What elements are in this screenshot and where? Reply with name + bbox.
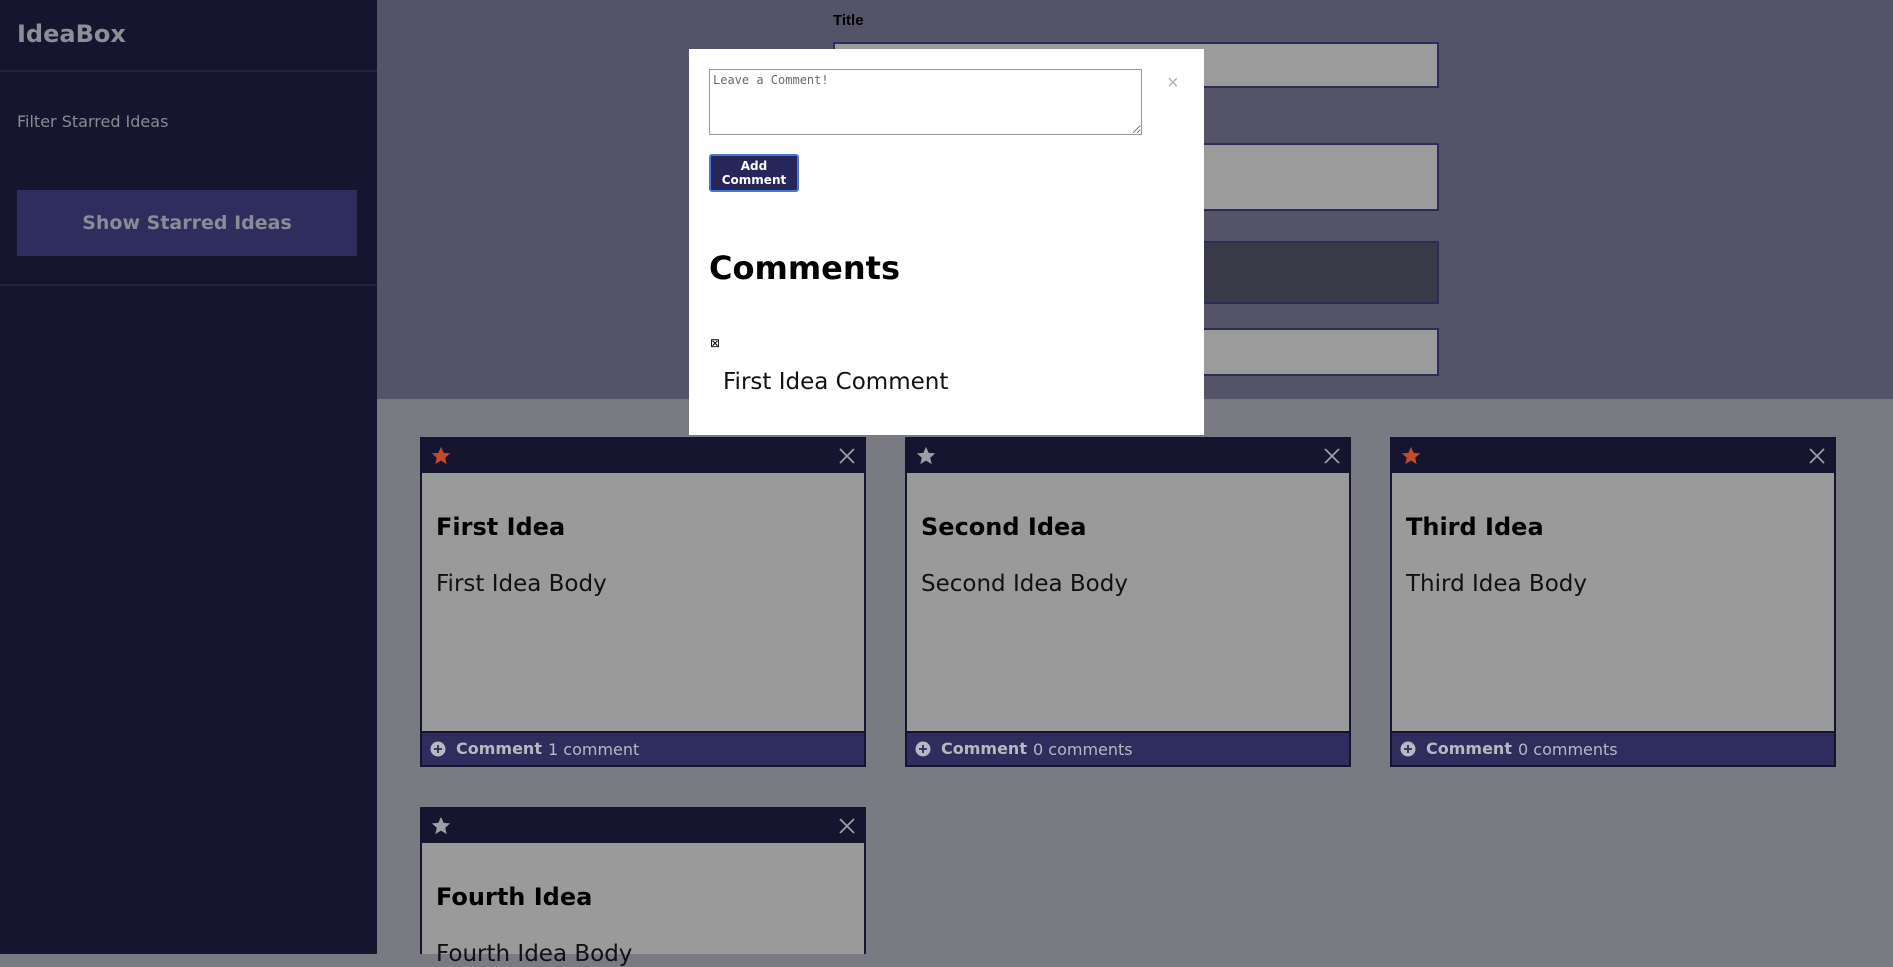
card-header [422, 809, 864, 843]
comments-heading: Comments [709, 249, 900, 287]
comment-item: First Idea Comment [723, 369, 949, 395]
close-icon[interactable] [1323, 447, 1341, 465]
idea-title: Fourth Idea [436, 883, 593, 911]
idea-card: First Idea First Idea Body Comment 1 com… [420, 437, 866, 767]
comment-button[interactable]: Comment [1426, 739, 1512, 758]
comment-button[interactable]: Comment [941, 739, 1027, 758]
add-comment-button[interactable]: Add Comment [709, 154, 799, 192]
sidebar: IdeaBox Filter Starred Ideas Show Starre… [0, 0, 377, 954]
comment-count: 1 comment [548, 740, 640, 759]
idea-card: Second Idea Second Idea Body Comment 0 c… [905, 437, 1351, 767]
star-icon[interactable] [430, 815, 452, 837]
close-icon[interactable] [838, 817, 856, 835]
card-footer: Comment 1 comment [422, 731, 864, 765]
card-header [422, 439, 864, 473]
star-icon[interactable] [1400, 445, 1422, 467]
delete-comment-icon[interactable]: ⊠ [710, 336, 720, 350]
idea-card: Third Idea Third Idea Body Comment 0 com… [1390, 437, 1836, 767]
card-footer: Comment 0 comments [907, 731, 1349, 765]
show-starred-button[interactable]: Show Starred Ideas [17, 190, 357, 256]
comment-input[interactable] [709, 69, 1142, 135]
sidebar-divider [0, 70, 377, 72]
idea-body: Third Idea Body [1406, 571, 1587, 597]
idea-body: Second Idea Body [921, 571, 1128, 597]
idea-body: Fourth Idea Body [436, 941, 633, 967]
plus-circle-icon[interactable] [915, 741, 931, 757]
comment-count: 0 comments [1033, 740, 1133, 759]
card-footer: Comment 0 comments [1392, 731, 1834, 765]
idea-title: First Idea [436, 513, 566, 541]
idea-card: Fourth Idea Fourth Idea Body [420, 807, 866, 967]
plus-circle-icon[interactable] [1400, 741, 1416, 757]
card-header [907, 439, 1349, 473]
plus-circle-icon[interactable] [430, 741, 446, 757]
close-icon[interactable] [1808, 447, 1826, 465]
comment-button[interactable]: Comment [456, 739, 542, 758]
filter-label: Filter Starred Ideas [17, 112, 169, 131]
title-label: Title [833, 12, 864, 29]
idea-title: Second Idea [921, 513, 1087, 541]
star-icon[interactable] [430, 445, 452, 467]
comment-count: 0 comments [1518, 740, 1618, 759]
card-header [1392, 439, 1834, 473]
modal-close-icon[interactable]: × [1167, 73, 1179, 93]
star-icon[interactable] [915, 445, 937, 467]
idea-title: Third Idea [1406, 513, 1544, 541]
comment-modal: × Add Comment Comments ⊠ First Idea Comm… [689, 49, 1204, 435]
idea-body: First Idea Body [436, 571, 607, 597]
app-title: IdeaBox [17, 20, 126, 48]
close-icon[interactable] [838, 447, 856, 465]
sidebar-divider [0, 284, 377, 286]
